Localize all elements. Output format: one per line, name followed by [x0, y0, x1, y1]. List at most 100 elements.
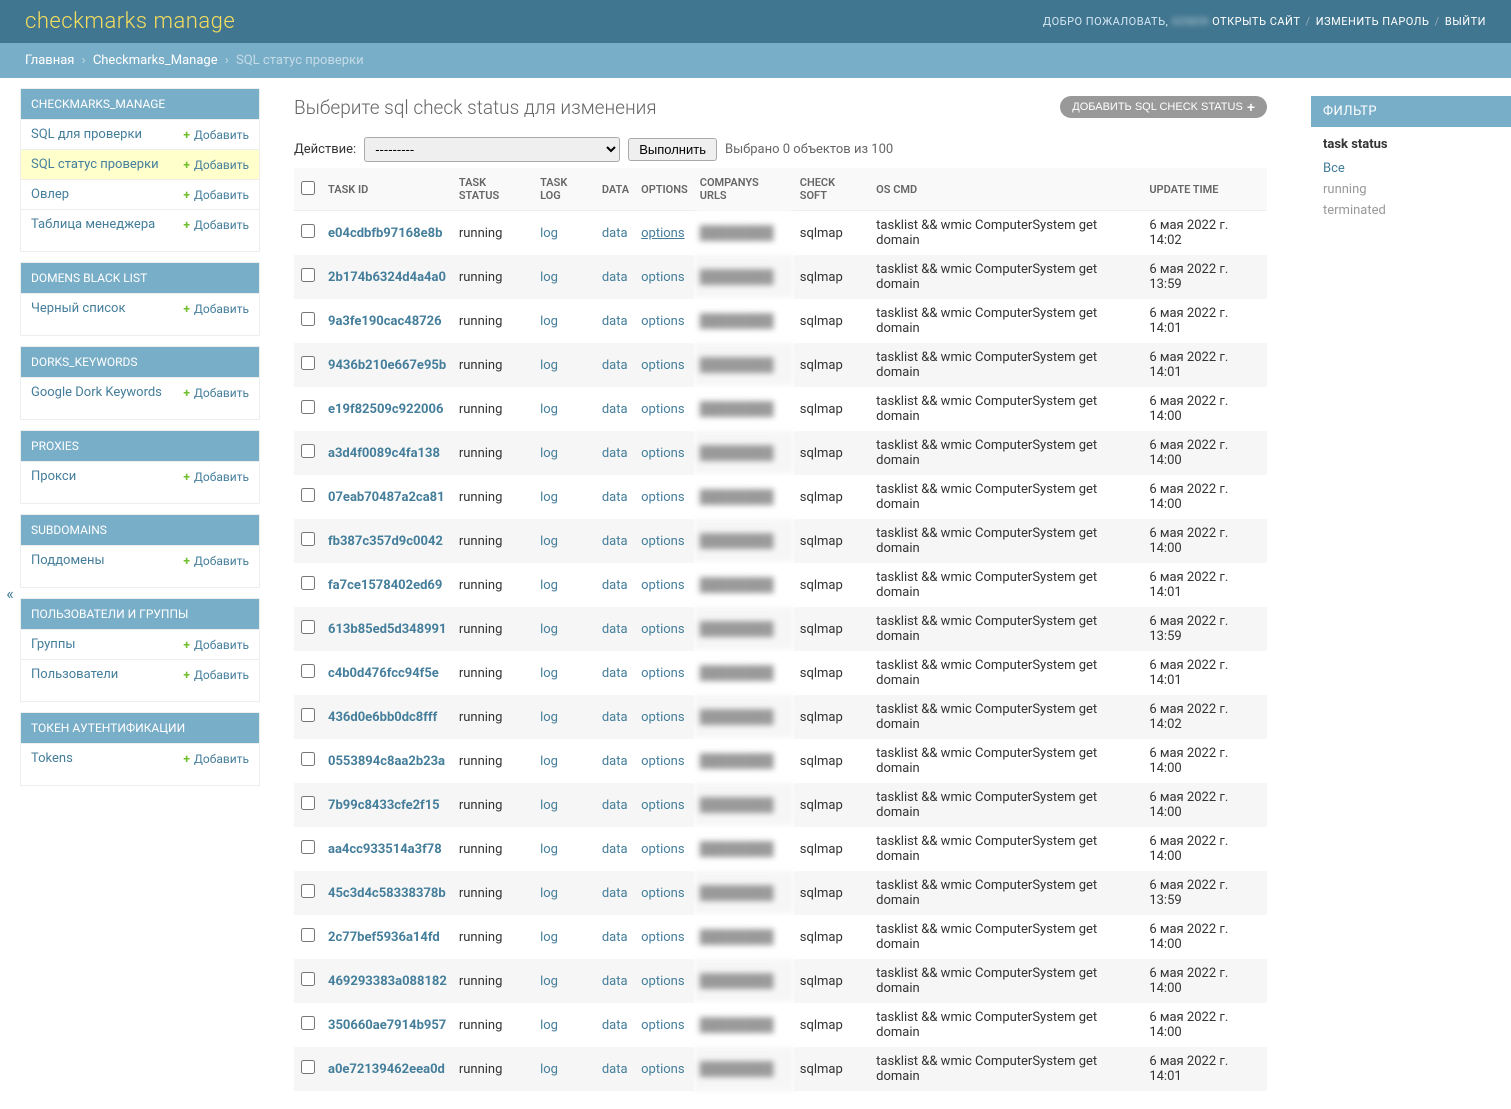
row-checkbox[interactable] — [301, 796, 315, 810]
task-data-link[interactable]: data — [602, 798, 628, 813]
sidebar-item-link[interactable]: Google Dork Keywords — [31, 385, 162, 400]
task-data-link[interactable]: data — [602, 226, 628, 241]
task-log-link[interactable]: log — [540, 798, 558, 813]
task-options-link[interactable]: options — [641, 886, 684, 901]
action-go-button[interactable]: Выполнить — [628, 138, 717, 161]
task-options-link[interactable]: options — [641, 490, 684, 505]
module-header[interactable]: PROXIES — [21, 431, 259, 461]
action-select[interactable]: --------- — [364, 137, 620, 162]
row-checkbox[interactable] — [301, 884, 315, 898]
row-checkbox[interactable] — [301, 752, 315, 766]
task-log-link[interactable]: log — [540, 1018, 558, 1033]
task-data-link[interactable]: data — [602, 446, 628, 461]
task-id-link[interactable]: 9a3fe190cac48726 — [328, 314, 442, 329]
task-data-link[interactable]: data — [602, 270, 628, 285]
task-log-link[interactable]: log — [540, 754, 558, 769]
breadcrumb-home[interactable]: Главная — [25, 53, 74, 68]
row-checkbox[interactable] — [301, 532, 315, 546]
sidebar-toggle[interactable]: « — [0, 78, 20, 1109]
task-log-link[interactable]: log — [540, 622, 558, 637]
column-header[interactable]: TASK LOG — [534, 168, 596, 211]
row-checkbox[interactable] — [301, 488, 315, 502]
sidebar-add-link[interactable]: + Добавить — [183, 218, 249, 232]
column-header[interactable]: CHECK SOFT — [794, 168, 870, 211]
sidebar-add-link[interactable]: + Добавить — [183, 302, 249, 316]
sidebar-add-link[interactable]: + Добавить — [183, 188, 249, 202]
task-options-link[interactable]: options — [641, 402, 684, 417]
task-data-link[interactable]: data — [602, 358, 628, 373]
task-options-link[interactable]: options — [641, 446, 684, 461]
row-checkbox[interactable] — [301, 620, 315, 634]
task-id-link[interactable]: 9436b210e667e95b — [328, 358, 446, 373]
row-checkbox[interactable] — [301, 840, 315, 854]
task-data-link[interactable]: data — [602, 622, 628, 637]
task-options-link[interactable]: options — [641, 710, 684, 725]
task-options-link[interactable]: options — [641, 1062, 684, 1077]
sidebar-item-link[interactable]: Пользователи — [31, 667, 118, 682]
task-options-link[interactable]: options — [641, 226, 684, 241]
task-options-link[interactable]: options — [641, 798, 684, 813]
module-header[interactable]: DOMENS BLACK LIST — [21, 263, 259, 293]
task-id-link[interactable]: 2c77bef5936a14fd — [328, 930, 440, 945]
task-log-link[interactable]: log — [540, 402, 558, 417]
task-options-link[interactable]: options — [641, 842, 684, 857]
module-header[interactable]: DORKS_KEYWORDS — [21, 347, 259, 377]
task-id-link[interactable]: 350660ae7914b957 — [328, 1018, 446, 1033]
task-id-link[interactable]: e04cdbfb97168e8b — [328, 226, 442, 241]
sidebar-add-link[interactable]: + Добавить — [183, 668, 249, 682]
column-header[interactable]: OS CMD — [870, 168, 1143, 211]
task-log-link[interactable]: log — [540, 930, 558, 945]
sidebar-add-link[interactable]: + Добавить — [183, 128, 249, 142]
task-log-link[interactable]: log — [540, 974, 558, 989]
task-log-link[interactable]: log — [540, 534, 558, 549]
task-log-link[interactable]: log — [540, 1062, 558, 1077]
task-data-link[interactable]: data — [602, 402, 628, 417]
sidebar-add-link[interactable]: + Добавить — [183, 386, 249, 400]
column-header[interactable]: OPTIONS — [635, 168, 694, 211]
sidebar-item-link[interactable]: Поддомены — [31, 553, 105, 568]
sidebar-add-link[interactable]: + Добавить — [183, 752, 249, 766]
task-log-link[interactable]: log — [540, 270, 558, 285]
task-data-link[interactable]: data — [602, 886, 628, 901]
task-log-link[interactable]: log — [540, 666, 558, 681]
task-id-link[interactable]: 469293383a088182 — [328, 974, 447, 989]
sidebar-item-link[interactable]: SQL статус проверки — [31, 157, 159, 172]
row-checkbox[interactable] — [301, 268, 315, 282]
site-title[interactable]: checkmarks manage — [25, 9, 235, 34]
task-id-link[interactable]: 613b85ed5d348991 — [328, 622, 446, 637]
row-checkbox[interactable] — [301, 1060, 315, 1074]
sidebar-item-link[interactable]: Группы — [31, 637, 75, 652]
task-data-link[interactable]: data — [602, 666, 628, 681]
task-id-link[interactable]: 45c3d4c58338378b — [328, 886, 446, 901]
task-id-link[interactable]: aa4cc933514a3f78 — [328, 842, 442, 857]
row-checkbox[interactable] — [301, 1016, 315, 1030]
row-checkbox[interactable] — [301, 356, 315, 370]
task-data-link[interactable]: data — [602, 754, 628, 769]
task-options-link[interactable]: options — [641, 270, 684, 285]
task-id-link[interactable]: c4b0d476fcc94f5e — [328, 666, 439, 681]
task-id-link[interactable]: fa7ce1578402ed69 — [328, 578, 442, 593]
row-checkbox[interactable] — [301, 664, 315, 678]
module-header[interactable]: ТОКЕН АУТЕНТИФИКАЦИИ — [21, 713, 259, 743]
task-log-link[interactable]: log — [540, 314, 558, 329]
row-checkbox[interactable] — [301, 972, 315, 986]
sidebar-add-link[interactable]: + Добавить — [183, 638, 249, 652]
sidebar-item-link[interactable]: SQL для проверки — [31, 127, 142, 142]
logout-link[interactable]: ВЫЙТИ — [1445, 15, 1486, 28]
task-log-link[interactable]: log — [540, 710, 558, 725]
sidebar-add-link[interactable]: + Добавить — [183, 554, 249, 568]
task-options-link[interactable]: options — [641, 930, 684, 945]
task-data-link[interactable]: data — [602, 842, 628, 857]
task-id-link[interactable]: 2b174b6324d4a4a0 — [328, 270, 446, 285]
row-checkbox[interactable] — [301, 444, 315, 458]
breadcrumb-app[interactable]: Checkmarks_Manage — [93, 53, 218, 68]
column-header[interactable]: TASK STATUS — [453, 168, 534, 211]
column-header[interactable]: DATA — [596, 168, 635, 211]
add-button[interactable]: ДОБАВИТЬ SQL CHECK STATUS + — [1060, 96, 1267, 118]
task-data-link[interactable]: data — [602, 974, 628, 989]
task-log-link[interactable]: log — [540, 842, 558, 857]
task-options-link[interactable]: options — [641, 578, 684, 593]
sidebar-item-link[interactable]: Черный список — [31, 301, 125, 316]
task-options-link[interactable]: options — [641, 622, 684, 637]
task-id-link[interactable]: e19f82509c922006 — [328, 402, 443, 417]
